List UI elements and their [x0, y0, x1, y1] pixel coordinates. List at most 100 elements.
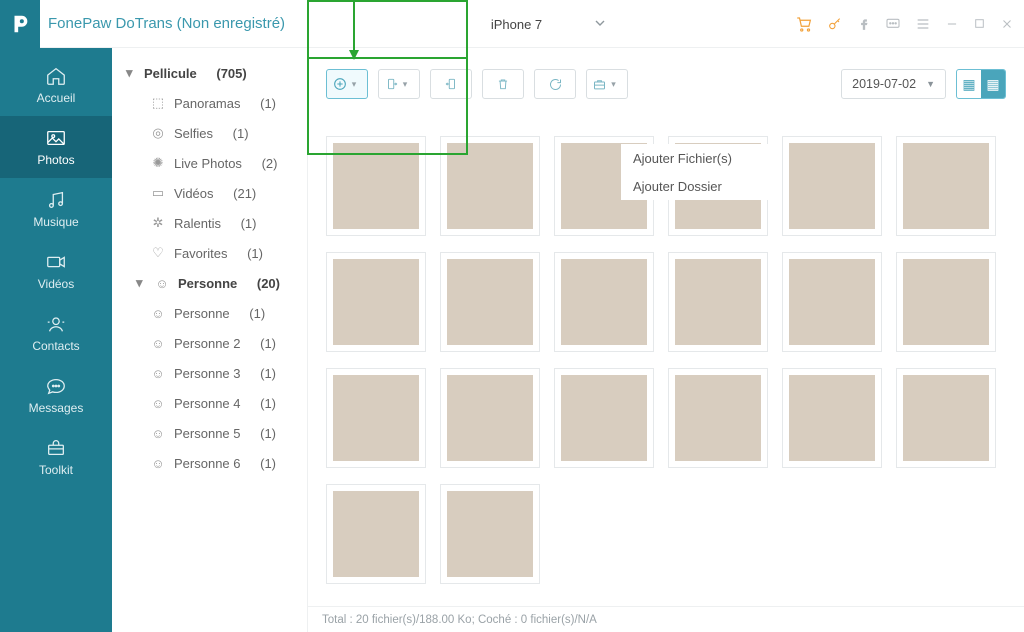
nav-contacts[interactable]: Contacts	[0, 302, 112, 364]
nav-label: Photos	[37, 153, 74, 167]
tree-label: Panoramas	[174, 96, 240, 111]
person-icon: ☺	[150, 306, 166, 321]
chevron-down-icon: ▾	[352, 79, 357, 90]
photo-thumb[interactable]	[782, 136, 882, 236]
import-button[interactable]	[430, 69, 472, 99]
person-icon: ☺	[150, 396, 166, 411]
photo-thumb[interactable]	[326, 252, 426, 352]
tree-label: Personne 3	[174, 366, 241, 381]
title-icon-group	[795, 15, 1014, 33]
tree-count: (21)	[233, 186, 256, 201]
view-grid-button[interactable]: ▦	[981, 70, 1005, 98]
tree-person-2[interactable]: ☺Personne 2 (1)	[112, 328, 307, 358]
nav-label: Vidéos	[38, 277, 74, 291]
toolbox-button[interactable]: ▾	[586, 69, 628, 99]
main-panel: ▾ ▾ ▾ 2019-07-02 ▼	[308, 48, 1024, 632]
minimize-button[interactable]	[945, 17, 959, 31]
heart-icon: ♡	[150, 245, 166, 261]
nav-label: Toolkit	[39, 463, 73, 477]
nav-label: Contacts	[32, 339, 79, 353]
album-tree: ▾ Pellicule (705) ⬚Panoramas (1) ◎Selfie…	[112, 48, 308, 632]
tree-person-4[interactable]: ☺Personne 4 (1)	[112, 388, 307, 418]
toolbar: ▾ ▾ ▾ 2019-07-02 ▼	[308, 62, 1024, 106]
tree-count: (1)	[249, 306, 265, 321]
tree-item-panoramas[interactable]: ⬚Panoramas (1)	[112, 88, 307, 118]
cart-icon[interactable]	[795, 15, 813, 33]
tree-count: (2)	[262, 156, 278, 171]
chevron-down-icon: ▾	[403, 79, 408, 90]
chevron-down-icon	[595, 15, 605, 33]
photo-thumb[interactable]	[896, 136, 996, 236]
tree-label: Favorites	[174, 246, 227, 261]
nav-home[interactable]: Accueil	[0, 54, 112, 116]
app-logo	[0, 0, 40, 48]
feedback-icon[interactable]	[885, 16, 901, 32]
view-list-button[interactable]: ▦	[957, 70, 981, 98]
delete-button[interactable]	[482, 69, 524, 99]
device-name: iPhone 7	[491, 17, 542, 32]
photo-thumb[interactable]	[440, 368, 540, 468]
tree-person-3[interactable]: ☺ Personne 3 (1)	[112, 358, 307, 388]
tree-item-videos[interactable]: ▭ Vidéos (21)	[112, 178, 307, 208]
photo-thumb[interactable]	[440, 484, 540, 584]
tree-count: (1)	[260, 366, 276, 381]
person-icon: ☺	[150, 366, 166, 381]
tree-label: Pellicule	[144, 66, 197, 81]
device-selector[interactable]: iPhone 7	[410, 10, 615, 38]
refresh-button[interactable]	[534, 69, 576, 99]
tree-count: (1)	[260, 456, 276, 471]
tree-count: (1)	[260, 96, 276, 111]
briefcase-icon	[592, 77, 607, 92]
photo-thumb[interactable]	[896, 368, 996, 468]
dropdown-add-folder[interactable]: Ajouter Dossier	[621, 172, 771, 200]
key-icon[interactable]	[827, 16, 843, 32]
chevron-down-icon: ▾	[136, 275, 146, 291]
nav-label: Messages	[29, 401, 84, 415]
photo-thumb[interactable]	[554, 252, 654, 352]
photo-thumb[interactable]	[326, 484, 426, 584]
tree-person-5[interactable]: ☺Personne 5 (1)	[112, 418, 307, 448]
tree-count: (1)	[260, 426, 276, 441]
date-picker[interactable]: 2019-07-02 ▼	[841, 69, 946, 99]
add-button[interactable]: ▾	[326, 69, 368, 99]
photo-thumb[interactable]	[668, 368, 768, 468]
tree-item-favorites[interactable]: ♡Favorites (1)	[112, 238, 307, 268]
nav-toolkit[interactable]: Toolkit	[0, 426, 112, 488]
photo-thumb[interactable]	[782, 368, 882, 468]
tree-person-6[interactable]: ☺Personne 6 (1)	[112, 448, 307, 478]
facebook-icon[interactable]	[857, 17, 871, 31]
photo-thumb[interactable]	[896, 252, 996, 352]
tree-count: (705)	[216, 66, 246, 81]
tree-root-pellicule[interactable]: ▾ Pellicule (705)	[112, 58, 307, 88]
nav-music[interactable]: Musique	[0, 178, 112, 240]
video-icon: ▭	[150, 185, 166, 201]
tree-header-personne[interactable]: ▾ ☺ Personne (20)	[112, 268, 307, 298]
menu-icon[interactable]	[915, 16, 931, 32]
tree-label: Vidéos	[174, 186, 214, 201]
tree-count: (1)	[260, 336, 276, 351]
nav-messages[interactable]: Messages	[0, 364, 112, 426]
photo-thumb[interactable]	[668, 252, 768, 352]
maximize-button[interactable]	[973, 17, 986, 30]
photo-thumb[interactable]	[326, 136, 426, 236]
photo-thumb[interactable]	[554, 368, 654, 468]
export-button[interactable]: ▾	[378, 69, 420, 99]
nav-photos[interactable]: Photos	[0, 116, 112, 178]
photo-thumb[interactable]	[440, 136, 540, 236]
refresh-icon	[548, 77, 563, 92]
dropdown-add-files[interactable]: Ajouter Fichier(s)	[621, 144, 771, 172]
selfie-icon: ◎	[150, 125, 166, 141]
tree-person-1[interactable]: ☺ Personne (1)	[112, 298, 307, 328]
tree-item-livephotos[interactable]: ✺Live Photos (2)	[112, 148, 307, 178]
close-button[interactable]	[1000, 17, 1014, 31]
photo-thumb[interactable]	[440, 252, 540, 352]
tree-count: (20)	[257, 276, 280, 291]
nav-videos[interactable]: Vidéos	[0, 240, 112, 302]
photo-thumb[interactable]	[782, 252, 882, 352]
tree-label: Personne	[174, 306, 230, 321]
tree-item-selfies[interactable]: ◎Selfies (1)	[112, 118, 307, 148]
tree-item-slowmo[interactable]: ✲Ralentis (1)	[112, 208, 307, 238]
photo-thumb[interactable]	[326, 368, 426, 468]
nav-label: Accueil	[37, 91, 76, 105]
tree-label: Ralentis	[174, 216, 221, 231]
